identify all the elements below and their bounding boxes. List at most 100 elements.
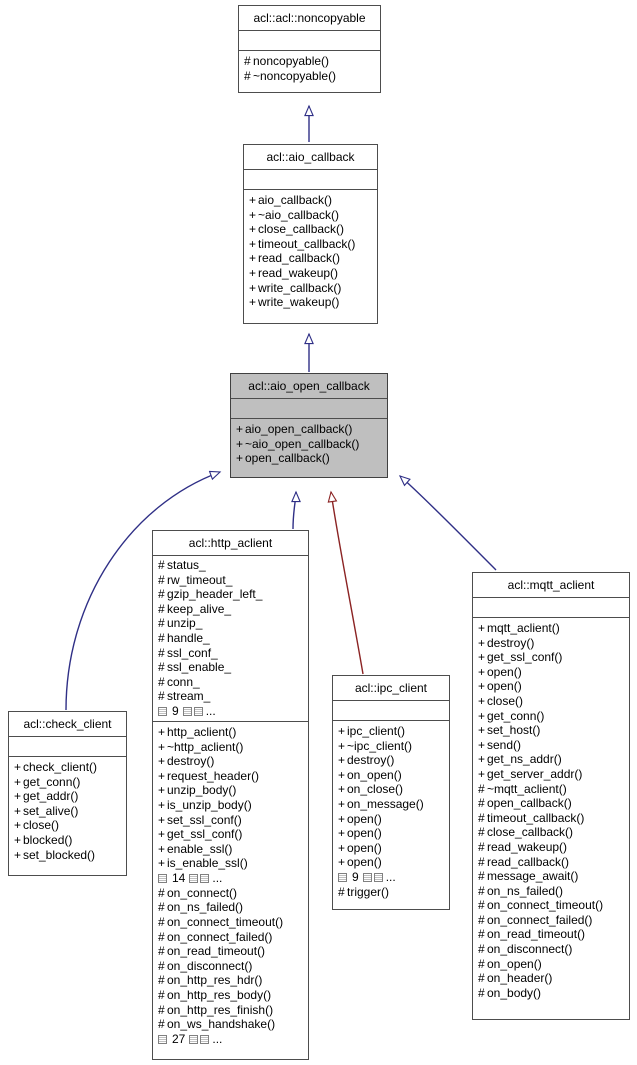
- more-count: 9: [172, 704, 179, 719]
- expand-more-operations[interactable]: 14...: [158, 871, 308, 886]
- member-label: open(): [487, 679, 522, 694]
- visibility-marker: +: [478, 708, 486, 723]
- visibility-marker: #: [158, 1002, 165, 1017]
- class-attributes-check_client: [9, 737, 126, 757]
- class-box-ipc_client[interactable]: acl::ipc_client + ipc_client() + ~ipc_clie…: [332, 675, 450, 910]
- visibility-marker: +: [478, 723, 486, 738]
- member-label: get_conn(): [487, 708, 545, 723]
- expand-box-icon: [182, 706, 192, 716]
- member-row: + on_message(): [338, 797, 449, 812]
- class-title-mqtt_aclient: acl::mqtt_aclient: [473, 573, 629, 598]
- member-label: read_wakeup(): [258, 265, 339, 280]
- visibility-marker: +: [14, 818, 22, 833]
- member-row: # on_body(): [478, 986, 629, 1001]
- more-count: 14: [172, 871, 186, 886]
- member-row: + get_server_addr(): [478, 767, 629, 782]
- expand-more-operations[interactable]: 9...: [338, 870, 449, 885]
- class-box-http_aclient[interactable]: acl::http_aclient # status_ # rw_timeout_ …: [152, 530, 309, 1060]
- visibility-marker: #: [158, 988, 165, 1003]
- member-row: # read_wakeup(): [478, 840, 629, 855]
- visibility-marker: +: [158, 783, 166, 798]
- expand-box-icon: [158, 1034, 167, 1044]
- member-row: # timeout_callback(): [478, 811, 629, 826]
- visibility-marker: #: [478, 796, 485, 811]
- visibility-marker: +: [14, 847, 22, 862]
- expand-box-icon: [193, 706, 203, 716]
- expand-box-icon: [200, 873, 210, 883]
- member-label: open(): [347, 811, 382, 826]
- member-label: ~http_aclient(): [167, 739, 244, 754]
- expand-more-attributes[interactable]: 9...: [158, 704, 308, 719]
- visibility-marker: +: [338, 782, 346, 797]
- edge-ipc_client-to-aio_open_callback: [327, 490, 364, 675]
- member-row: # keep_alive_: [158, 602, 308, 617]
- member-row: + close(): [478, 694, 629, 709]
- visibility-marker: +: [14, 789, 22, 804]
- member-label: on_header(): [487, 971, 553, 986]
- member-label: on_connect(): [167, 885, 238, 900]
- member-label: ~mqtt_aclient(): [487, 781, 567, 796]
- member-row: # message_await(): [478, 869, 629, 884]
- member-label: conn_: [167, 674, 200, 689]
- member-label: on_close(): [347, 782, 404, 797]
- member-label: on_ws_handshake(): [167, 1017, 276, 1032]
- member-label: blocked(): [23, 832, 73, 847]
- member-row: # on_disconnect(): [478, 942, 629, 957]
- class-box-noncopyable[interactable]: acl::acl::noncopyable # noncopyable() # ~n…: [238, 5, 381, 93]
- member-label: get_ssl_conf(): [487, 650, 563, 665]
- visibility-marker: #: [478, 869, 485, 884]
- visibility-marker: #: [158, 958, 165, 973]
- expand-box-icon: [200, 1034, 210, 1044]
- member-row: + write_callback(): [249, 281, 377, 296]
- visibility-marker: #: [478, 912, 485, 927]
- visibility-marker: +: [338, 840, 346, 855]
- member-row: # close_callback(): [478, 825, 629, 840]
- member-label: get_ssl_conf(): [167, 827, 243, 842]
- visibility-marker: #: [158, 885, 165, 900]
- visibility-marker: #: [158, 900, 165, 915]
- member-label: read_wakeup(): [487, 839, 568, 854]
- member-row: + set_blocked(): [14, 848, 126, 863]
- class-operations-aio_open_callback: + aio_open_callback() + ~aio_open_callback…: [231, 419, 387, 469]
- member-row: + aio_callback(): [249, 193, 377, 208]
- class-box-aio_callback[interactable]: acl::aio_callback + aio_callback() + ~aio_…: [243, 144, 378, 324]
- member-label: is_unzip_body(): [167, 797, 252, 812]
- member-label: set_blocked(): [23, 847, 96, 862]
- member-row: + request_header(): [158, 769, 308, 784]
- uml-inheritance-diagram: acl::acl::noncopyable # noncopyable() # ~n…: [0, 0, 637, 1065]
- visibility-marker: #: [244, 68, 251, 83]
- class-box-check_client[interactable]: acl::check_client + check_client() + get_c…: [8, 711, 127, 876]
- visibility-marker: +: [249, 280, 257, 295]
- expand-more-operations-2[interactable]: 27...: [158, 1032, 308, 1047]
- visibility-marker: #: [158, 572, 165, 587]
- visibility-marker: +: [478, 621, 486, 635]
- visibility-marker: #: [158, 616, 165, 631]
- member-label: open(): [347, 826, 382, 841]
- member-row: + get_ns_addr(): [478, 752, 629, 767]
- member-label: on_read_timeout(): [487, 927, 586, 942]
- member-row: + destroy(): [338, 753, 449, 768]
- member-row: + write_wakeup(): [249, 295, 377, 310]
- visibility-marker: #: [478, 956, 485, 971]
- visibility-marker: +: [249, 265, 257, 280]
- visibility-marker: +: [249, 236, 257, 251]
- member-label: ssl_enable_: [167, 660, 232, 675]
- visibility-marker: +: [158, 754, 166, 769]
- member-label: on_open(): [487, 956, 542, 971]
- member-label: status_: [167, 558, 206, 572]
- class-attributes-http_aclient: # status_ # rw_timeout_ # gzip_header_left_…: [153, 556, 308, 722]
- member-label: stream_: [167, 689, 211, 704]
- class-box-aio_open_callback[interactable]: acl::aio_open_callback + aio_open_callbac…: [230, 373, 388, 478]
- class-box-mqtt_aclient[interactable]: acl::mqtt_aclient + mqtt_aclient() + destr…: [472, 572, 630, 1020]
- member-row: + close_callback(): [249, 222, 377, 237]
- member-row: # on_ns_failed(): [158, 900, 308, 915]
- member-label: on_read_timeout(): [167, 944, 266, 959]
- visibility-marker: +: [236, 451, 244, 466]
- visibility-marker: #: [338, 884, 345, 899]
- class-title-noncopyable: acl::acl::noncopyable: [239, 6, 380, 31]
- visibility-marker: #: [478, 781, 485, 796]
- member-row: + destroy(): [478, 636, 629, 651]
- member-row: + ~aio_open_callback(): [236, 437, 387, 452]
- member-label: set_host(): [487, 723, 541, 738]
- member-row: # status_: [158, 558, 308, 573]
